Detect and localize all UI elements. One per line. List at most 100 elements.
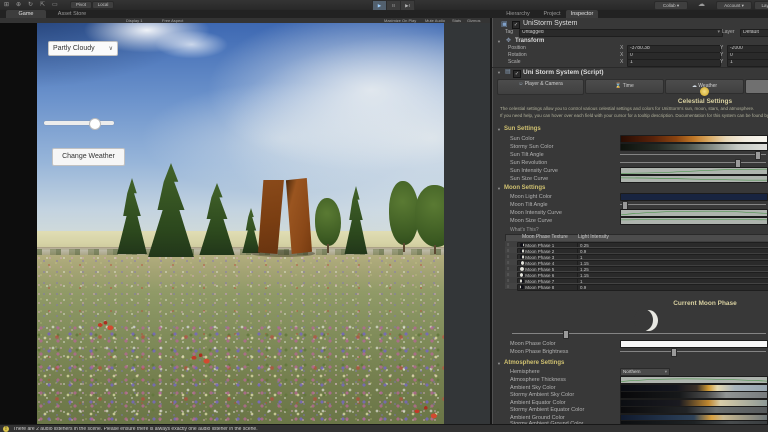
sun-size-curve-label: Sun Size Curve	[510, 176, 548, 182]
asset-store-tab[interactable]: Asset Store	[50, 10, 94, 18]
inspector-tab[interactable]: Inspector	[566, 10, 598, 18]
slider-track[interactable]	[512, 333, 766, 334]
warning-icon: !	[3, 426, 9, 432]
x-axis-label: X	[620, 46, 623, 52]
sun-revolution-slider[interactable]	[620, 159, 766, 166]
slider-knob[interactable]	[671, 348, 677, 357]
sky	[37, 23, 444, 263]
foldout-arrow-icon[interactable]: ▼	[497, 39, 501, 44]
local-toggle[interactable]: Local	[92, 1, 114, 9]
weather-slider-track[interactable]	[44, 121, 114, 125]
poppy-cluster	[93, 321, 117, 331]
status-bar[interactable]: ! There are 2 audio listeners in the sce…	[0, 424, 768, 432]
moon-tilt-angle-slider[interactable]	[620, 201, 766, 208]
celestial-tab-button-selected[interactable]	[745, 79, 768, 94]
change-weather-button[interactable]: Change Weather	[52, 148, 125, 166]
sun-intensity-curve-field[interactable]	[620, 167, 768, 175]
gameobject-name[interactable]: UniStorm System	[523, 20, 577, 28]
position-label: Position	[508, 46, 526, 52]
account-button[interactable]: Account ▾	[716, 1, 752, 10]
phase-texture-column-header: Moon Phase Texture	[522, 235, 568, 241]
moon-light-color-label: Moon Light Color	[510, 194, 552, 200]
y-axis-label: Y	[720, 53, 723, 59]
slider-track[interactable]	[620, 154, 766, 155]
slider-knob[interactable]	[563, 330, 569, 339]
moon-light-color-field[interactable]	[620, 193, 768, 201]
scale-x-field[interactable]: 1	[627, 59, 721, 67]
monolith-left-slab	[258, 180, 285, 254]
foldout-arrow-icon[interactable]: ▼	[497, 127, 501, 132]
sun-tilt-angle-slider[interactable]	[620, 151, 766, 158]
weather-dropdown-value: Partly Cloudy	[53, 45, 95, 52]
hand-tool-icon[interactable]: ⊞	[4, 0, 9, 10]
account-label: Account	[724, 3, 740, 8]
monolith-right-slab	[283, 178, 312, 254]
tag-label: Tag	[505, 30, 513, 36]
game-tab[interactable]: Game	[6, 10, 46, 18]
active-checkbox[interactable]: ✓	[512, 21, 520, 29]
layer-dropdown[interactable]: Default	[740, 29, 768, 37]
celestial-settings-title: Celestial Settings	[640, 98, 768, 105]
atmosphere-thickness-curve-field[interactable]	[620, 376, 768, 384]
sun-revolution-label: Sun Revolution	[510, 160, 547, 166]
slider-track[interactable]	[620, 204, 766, 205]
hemisphere-dropdown[interactable]: Northern▾	[620, 368, 670, 376]
collab-label: Collab	[663, 3, 676, 8]
unity-editor-window: ⊞ ⊕ ↻ ⇱ ▭ Pivot Local ▶ II ▶I Collab ▾ ☁…	[0, 0, 768, 432]
stormy-sun-color-gradient-field[interactable]	[620, 143, 768, 151]
drag-handle-icon[interactable]: ≡	[507, 284, 509, 289]
current-moon-phase-title: Current Moon Phase	[640, 300, 768, 307]
moon-phase-brightness-slider[interactable]	[620, 348, 766, 355]
hemisphere-label: Hemisphere	[510, 369, 540, 375]
time-tab-label: Time	[623, 83, 634, 89]
moon-size-curve-field[interactable]	[620, 217, 768, 225]
scale-label: Scale	[508, 60, 521, 66]
hierarchy-tab[interactable]: Hierarchy	[499, 10, 537, 18]
phase-texture-object-field[interactable]: Moon Phase 8	[517, 284, 579, 291]
moon-phase-color-field[interactable]	[620, 340, 768, 348]
moon-size-curve-label: Moon Size Curve	[510, 218, 552, 224]
scale-y-field[interactable]: 1	[727, 59, 768, 67]
light-intensity-field[interactable]: 0.9	[577, 284, 768, 291]
scale-tool-icon[interactable]: ⇱	[40, 0, 45, 10]
y-axis-label: Y	[720, 46, 723, 52]
sun-color-label: Sun Color	[510, 136, 534, 142]
sun-icon	[700, 87, 709, 96]
foldout-arrow-icon[interactable]: ▼	[497, 186, 501, 191]
weather-slider[interactable]	[44, 119, 114, 127]
slider-track[interactable]	[620, 351, 766, 352]
time-tab-button[interactable]: ⌛ Time	[585, 79, 664, 94]
stormy-ambient-sky-color-gradient-field[interactable]	[620, 391, 768, 399]
project-tab[interactable]: Project	[539, 10, 565, 18]
cloud-services-icon[interactable]: ☁	[698, 0, 705, 10]
game-viewport: Partly Cloudy ∨ Change Weather	[37, 23, 444, 424]
moon-intensity-curve-field[interactable]	[620, 209, 768, 217]
foldout-arrow-icon[interactable]: ▼	[497, 361, 501, 366]
component-separator	[492, 67, 768, 68]
chevron-down-icon: ∨	[109, 42, 113, 56]
rotate-tool-icon[interactable]: ↻	[28, 0, 33, 10]
ambient-equator-color-label: Ambient Equator Color	[510, 400, 566, 406]
move-tool-icon[interactable]: ⊕	[16, 0, 21, 10]
player-camera-tab-button[interactable]: ☺ Player & Camera	[497, 79, 584, 95]
pivot-toggle[interactable]: Pivot	[70, 1, 92, 9]
layers-button[interactable]: Layers ▾	[754, 1, 768, 10]
moon-intensity-curve-label: Moon Intensity Curve	[510, 210, 562, 216]
sun-size-curve-field[interactable]	[620, 175, 768, 183]
whats-this-link[interactable]: What's This?	[510, 228, 539, 234]
deciduous-tree	[315, 198, 341, 246]
sun-color-gradient-field[interactable]	[620, 135, 768, 143]
tag-dropdown[interactable]: Untagged▾	[519, 29, 723, 37]
foldout-arrow-icon[interactable]: ▼	[497, 70, 501, 75]
rect-tool-icon[interactable]: ▭	[52, 0, 58, 10]
slider-track[interactable]	[620, 162, 766, 163]
x-axis-label: X	[620, 60, 623, 66]
poppy-cluster	[185, 353, 215, 365]
moon-phase-index-slider[interactable]	[512, 330, 766, 337]
tag-value: Untagged	[522, 29, 544, 35]
weather-dropdown[interactable]: Partly Cloudy ∨	[48, 41, 118, 56]
script-enabled-checkbox[interactable]: ✓	[513, 70, 521, 78]
stormy-ambient-equator-color-gradient-field[interactable]	[620, 406, 768, 414]
collab-button[interactable]: Collab ▾	[654, 1, 688, 10]
letterbox-left	[0, 23, 37, 424]
